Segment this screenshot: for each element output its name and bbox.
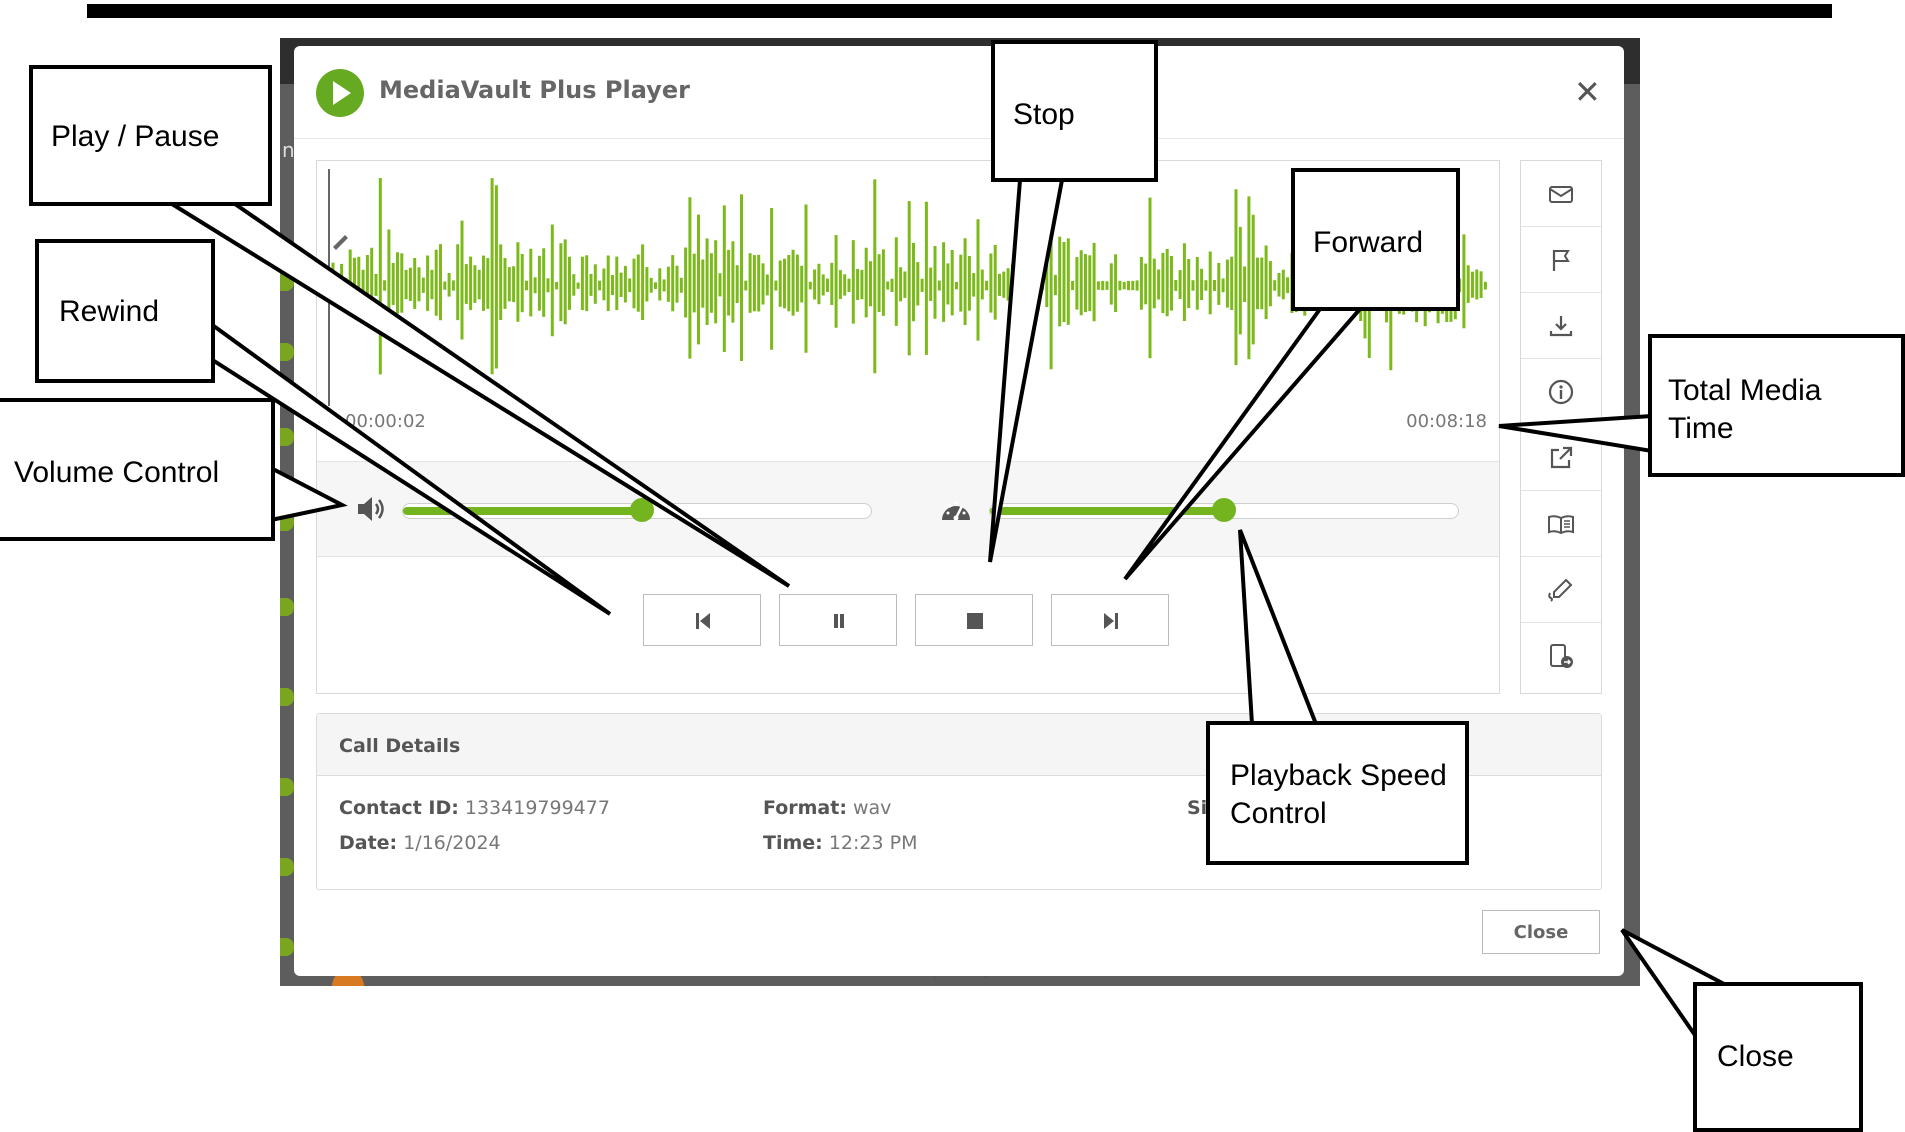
playback-speed-callout-line2: Control — [1230, 796, 1327, 830]
total-media-time-callout-line1: Total Media — [1668, 374, 1822, 407]
playback-speed-callout-line1: Playback Speed — [1230, 759, 1447, 792]
playback-speed-callout: Playback Speed Control — [1206, 721, 1469, 865]
volume-handle[interactable] — [629, 498, 654, 522]
flag-icon — [1552, 250, 1570, 271]
player-logo-icon — [316, 69, 364, 117]
contact-id-field: Contact ID: 133419799477 — [339, 797, 610, 819]
device-export-button[interactable] — [1521, 623, 1601, 689]
top-rule — [87, 4, 1832, 18]
total-media-time-callout-line2: Time — [1668, 411, 1734, 445]
book-button[interactable] — [1521, 491, 1601, 557]
close-button[interactable]: Close — [1482, 910, 1600, 954]
background-row-marker — [280, 428, 294, 446]
external-link-button[interactable] — [1521, 425, 1601, 491]
partial-field: Si — [1187, 797, 1207, 819]
rewind-icon — [696, 613, 710, 629]
pause-button[interactable] — [779, 594, 897, 646]
time-label: Time: — [763, 832, 823, 854]
format-field: Format: wav — [763, 797, 891, 819]
date-value: 1/16/2024 — [403, 832, 501, 854]
stop-callout: Stop — [991, 40, 1158, 182]
volume-fill — [403, 507, 642, 515]
total-media-time-callout: Total Media Time — [1648, 334, 1905, 477]
sign-button[interactable] — [1521, 557, 1601, 623]
format-value: wav — [852, 797, 892, 819]
pause-icon — [834, 614, 844, 628]
contact-id-label: Contact ID: — [339, 797, 459, 819]
email-button[interactable] — [1521, 161, 1601, 227]
date-field: Date: 1/16/2024 — [339, 832, 501, 854]
play-pause-callout: Play / Pause — [29, 65, 272, 206]
dialog-title: MediaVault Plus Player — [379, 76, 690, 104]
background-row-marker — [280, 513, 294, 531]
background-row-marker — [280, 343, 294, 361]
stop-callout-text: Stop — [1013, 98, 1075, 131]
speed-handle[interactable] — [1212, 498, 1236, 522]
sign-icon — [1548, 578, 1573, 602]
background-row-marker — [280, 688, 294, 706]
speed-fill — [990, 507, 1224, 515]
slider-strip — [317, 461, 1499, 557]
call-details-title: Call Details — [339, 735, 461, 757]
background-row-marker — [280, 598, 294, 616]
background-glyph: n — [282, 138, 295, 162]
device-export-icon — [1550, 644, 1573, 668]
close-icon[interactable]: ✕ — [1574, 76, 1601, 108]
volume-icon[interactable] — [355, 494, 387, 528]
info-icon — [1548, 379, 1574, 405]
play-pause-callout-text: Play / Pause — [51, 120, 220, 153]
stop-button[interactable] — [915, 594, 1033, 646]
close-callout-text: Close — [1717, 1040, 1794, 1073]
forward-callout: Forward — [1291, 168, 1460, 311]
rewind-button[interactable] — [643, 594, 761, 646]
forward-callout-text: Forward — [1313, 226, 1424, 259]
total-media-time: 00:08:18 — [1406, 411, 1487, 432]
contact-id-value: 133419799477 — [464, 797, 610, 819]
download-icon — [1549, 316, 1573, 337]
volume-control-callout-text: Volume Control — [14, 456, 220, 489]
playback-speed-slider[interactable] — [989, 498, 1459, 522]
forward-icon — [1104, 613, 1118, 629]
time-value: 12:23 PM — [828, 832, 918, 854]
partial-label: Si — [1187, 797, 1208, 819]
rewind-callout: Rewind — [35, 239, 215, 383]
book-icon — [1548, 515, 1574, 535]
download-button[interactable] — [1521, 293, 1601, 359]
rewind-callout-text: Rewind — [59, 295, 160, 328]
background-row-marker — [280, 778, 294, 796]
forward-button[interactable] — [1051, 594, 1169, 646]
speedometer-icon — [940, 494, 972, 528]
background-row-marker — [280, 858, 294, 876]
email-icon — [1549, 186, 1573, 203]
current-time: 00:00:02 — [345, 411, 426, 432]
close-callout: Close — [1693, 982, 1863, 1132]
volume-control-callout: Volume Control — [0, 398, 275, 541]
header-divider — [294, 138, 1624, 139]
background-row-marker — [280, 938, 294, 956]
date-label: Date: — [339, 832, 398, 854]
external-link-icon — [1550, 446, 1573, 469]
edit-marker-icon — [333, 235, 348, 250]
stop-icon — [967, 613, 983, 629]
action-sidebar — [1520, 160, 1602, 694]
time-field: Time: 12:23 PM — [763, 832, 917, 854]
background-row-marker — [280, 273, 294, 291]
volume-slider[interactable] — [402, 498, 872, 522]
flag-button[interactable] — [1521, 227, 1601, 293]
format-label: Format: — [763, 797, 847, 819]
info-button[interactable] — [1521, 359, 1601, 425]
